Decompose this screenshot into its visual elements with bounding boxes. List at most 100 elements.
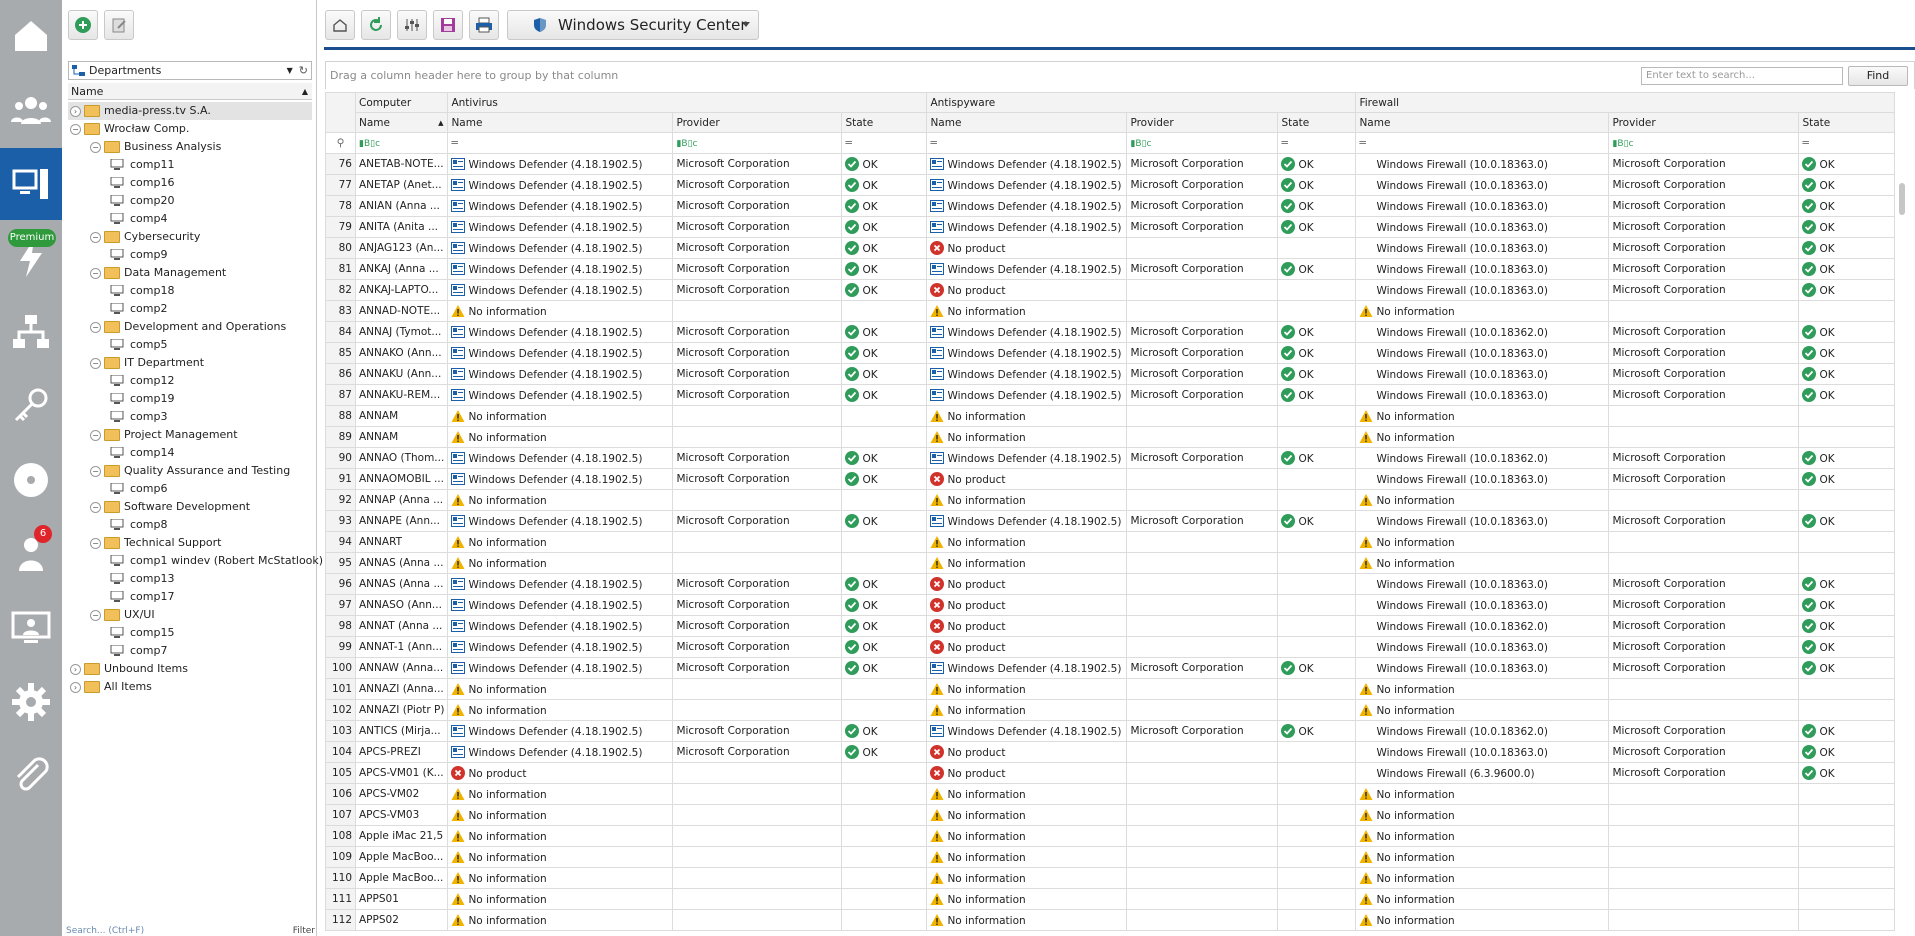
tree-item-computer[interactable]: comp15 — [68, 624, 312, 642]
table-row[interactable]: 92 ANNAP (Anna ... No information No inform… — [325, 489, 1896, 511]
table-row[interactable]: 105 APCS-VM01 (K... No product No product Wi… — [325, 762, 1896, 784]
tree-item-folder[interactable]: − Cybersecurity — [68, 228, 312, 246]
column-header-antispyware-name[interactable]: Name — [926, 112, 1128, 133]
table-row[interactable]: 96 ANNAS (Anna ... Windows Defender (4.18.… — [325, 573, 1896, 595]
tree-item-computer[interactable]: comp1 windev (Robert McStatlook) — [68, 552, 323, 570]
tree-item-computer[interactable]: comp17 — [68, 588, 312, 606]
expand-icon[interactable]: › — [70, 682, 81, 693]
table-row[interactable]: 99 ANNAT-1 (Ann... Windows Defender (4.18.… — [325, 636, 1896, 658]
chevron-down-icon[interactable]: ▼ — [287, 66, 293, 75]
column-header-antivirus-provider[interactable]: Provider — [672, 112, 843, 133]
tree-item-computer[interactable]: comp6 — [68, 480, 312, 498]
print-button[interactable] — [469, 10, 499, 40]
edit-button[interactable] — [104, 10, 134, 40]
add-button[interactable] — [68, 10, 98, 40]
rail-item-disc[interactable] — [0, 444, 62, 516]
table-row[interactable]: 84 ANNAJ (Tymot... Windows Defender (4.18.… — [325, 321, 1896, 343]
column-header-firewall-state[interactable]: State — [1798, 112, 1896, 133]
table-row[interactable]: 108 Apple iMac 21,5 No information No infor… — [325, 825, 1896, 847]
column-header-antivirus-state[interactable]: State — [841, 112, 928, 133]
tree-item-folder[interactable]: − Quality Assurance and Testing — [68, 462, 312, 480]
table-row[interactable]: 112 APPS02 No information No information No … — [325, 909, 1896, 931]
table-row[interactable]: 102 ANNAZI (Piotr P) No information No info… — [325, 699, 1896, 721]
column-filter-cell[interactable]: ▮B▯c — [1126, 132, 1279, 154]
expand-icon[interactable]: › — [70, 106, 81, 117]
tree-item-folder[interactable]: − Business Analysis — [68, 138, 312, 156]
band-computer[interactable]: Computer — [354, 92, 449, 113]
table-row[interactable]: 86 ANNAKU (Ann... Windows Defender (4.18.1… — [325, 363, 1896, 385]
tree-item-folder[interactable]: − Development and Operations — [68, 318, 312, 336]
tree-item-computer[interactable]: comp3 — [68, 408, 312, 426]
table-row[interactable]: 88 ANNAM No information No information No in… — [325, 405, 1896, 427]
tree-item-computer[interactable]: comp13 — [68, 570, 312, 588]
table-row[interactable]: 100 ANNAW (Anna... Windows Defender (4.18.… — [325, 657, 1896, 679]
rail-item-key[interactable] — [0, 370, 62, 442]
rail-item-users[interactable] — [0, 75, 62, 147]
tree-item-computer[interactable]: comp9 — [68, 246, 312, 264]
column-filter-cell[interactable]: ═ — [926, 132, 1128, 154]
collapse-icon[interactable]: − — [90, 358, 101, 369]
column-filter-cell[interactable]: ═ — [1355, 132, 1610, 154]
band-antivirus[interactable]: Antivirus — [447, 92, 928, 113]
tree-item-folder[interactable]: › media-press.tv S.A. — [68, 102, 312, 120]
column-header-firewall-provider[interactable]: Provider — [1608, 112, 1800, 133]
tree-item-computer[interactable]: comp20 — [68, 192, 312, 210]
column-header-computer-name[interactable]: Name ▲ — [354, 112, 449, 133]
band-firewall[interactable]: Firewall — [1355, 92, 1896, 113]
table-row[interactable]: 81 ANKAJ (Anna ... Windows Defender (4.18.… — [325, 258, 1896, 280]
rail-item-remote-desktop[interactable] — [0, 592, 62, 664]
table-row[interactable]: 80 ANJAG123 (An... Windows Defender (4.18.… — [325, 237, 1896, 259]
tree-item-computer[interactable]: comp16 — [68, 174, 312, 192]
collapse-icon[interactable]: − — [90, 466, 101, 477]
scrollbar-thumb[interactable] — [1899, 183, 1905, 215]
rail-item-settings[interactable] — [0, 666, 62, 738]
table-row[interactable]: 87 ANNAKU-REM... Windows Defender (4.18.19… — [325, 384, 1896, 406]
table-row[interactable]: 82 ANKAJ-LAPTO... Windows Defender (4.18.1… — [325, 279, 1896, 301]
table-row[interactable]: 107 APCS-VM03 No information No information… — [325, 804, 1896, 826]
table-row[interactable]: 109 Apple MacBoo... No information No infor… — [325, 846, 1896, 868]
band-antispyware[interactable]: Antispyware — [926, 92, 1357, 113]
column-filter-cell[interactable]: ▮B▯c — [1608, 132, 1800, 154]
tree-item-computer[interactable]: comp7 — [68, 642, 312, 660]
table-row[interactable]: 83 ANNAD-NOTE... No information No informat… — [325, 300, 1896, 322]
departments-search[interactable]: Search... (Ctrl+F) Filter — [62, 926, 317, 936]
filter-button[interactable]: Filter — [293, 926, 315, 936]
tree-item-folder[interactable]: − Wrocław Comp. — [68, 120, 312, 138]
rail-item-computer[interactable] — [0, 148, 62, 220]
table-row[interactable]: 103 ANTICS (Mirja... Windows Defender (4.1… — [325, 720, 1896, 742]
column-filter-cell[interactable]: ═ — [1277, 132, 1357, 154]
name-column-header[interactable]: Name ▲ — [68, 83, 312, 100]
collapse-icon[interactable]: − — [90, 610, 101, 621]
tree-item-folder[interactable]: − UX/UI — [68, 606, 312, 624]
rail-item-network[interactable] — [0, 296, 62, 368]
table-row[interactable]: 93 ANNAPE (Ann... Windows Defender (4.18.1… — [325, 510, 1896, 532]
table-row[interactable]: 97 ANNASO (Ann... Windows Defender (4.18.1… — [325, 594, 1896, 616]
tree-item-computer[interactable]: comp12 — [68, 372, 312, 390]
column-header-antispyware-provider[interactable]: Provider — [1126, 112, 1279, 133]
table-row[interactable]: 89 ANNAM No information No information No in… — [325, 426, 1896, 448]
home-button[interactable] — [325, 10, 355, 40]
tree-item-computer[interactable]: comp14 — [68, 444, 312, 462]
column-filter-cell[interactable]: ▮B▯c — [354, 132, 449, 154]
table-row[interactable]: 110 Apple MacBoo... No information No infor… — [325, 867, 1896, 889]
column-header-antivirus-name[interactable]: Name — [447, 112, 674, 133]
view-selector-dropdown[interactable]: Windows Security Center — [507, 10, 759, 40]
refresh-icon[interactable]: ↻ — [299, 64, 308, 77]
table-row[interactable]: 106 APCS-VM02 No information No information… — [325, 783, 1896, 805]
collapse-icon[interactable]: − — [90, 268, 101, 279]
collapse-icon[interactable]: − — [90, 232, 101, 243]
tree-item-computer[interactable]: comp11 — [68, 156, 312, 174]
find-button[interactable]: Find — [1848, 66, 1908, 86]
rail-item-helpdesk[interactable] — [0, 518, 62, 590]
vertical-scrollbar[interactable] — [1895, 175, 1915, 936]
column-filter-cell[interactable]: ▮B▯c — [672, 132, 843, 154]
table-row[interactable]: 111 APPS01 No information No information No … — [325, 888, 1896, 910]
table-row[interactable]: 104 APCS-PREZI Windows Defender (4.18.1902… — [325, 741, 1896, 763]
table-row[interactable]: 79 ANITA (Anita ... Windows Defender (4.18… — [325, 216, 1896, 238]
expand-icon[interactable]: › — [70, 664, 81, 675]
table-row[interactable]: 95 ANNAS (Anna ... No information No inform… — [325, 552, 1896, 574]
table-row[interactable]: 78 ANIAN (Anna ... Windows Defender (4.18.… — [325, 195, 1896, 217]
tree-item-folder[interactable]: − Technical Support — [68, 534, 312, 552]
table-row[interactable]: 91 ANNAOMOBIL ... Windows Defender (4.18.1… — [325, 468, 1896, 490]
tree-item-folder[interactable]: › All Items — [68, 678, 312, 696]
